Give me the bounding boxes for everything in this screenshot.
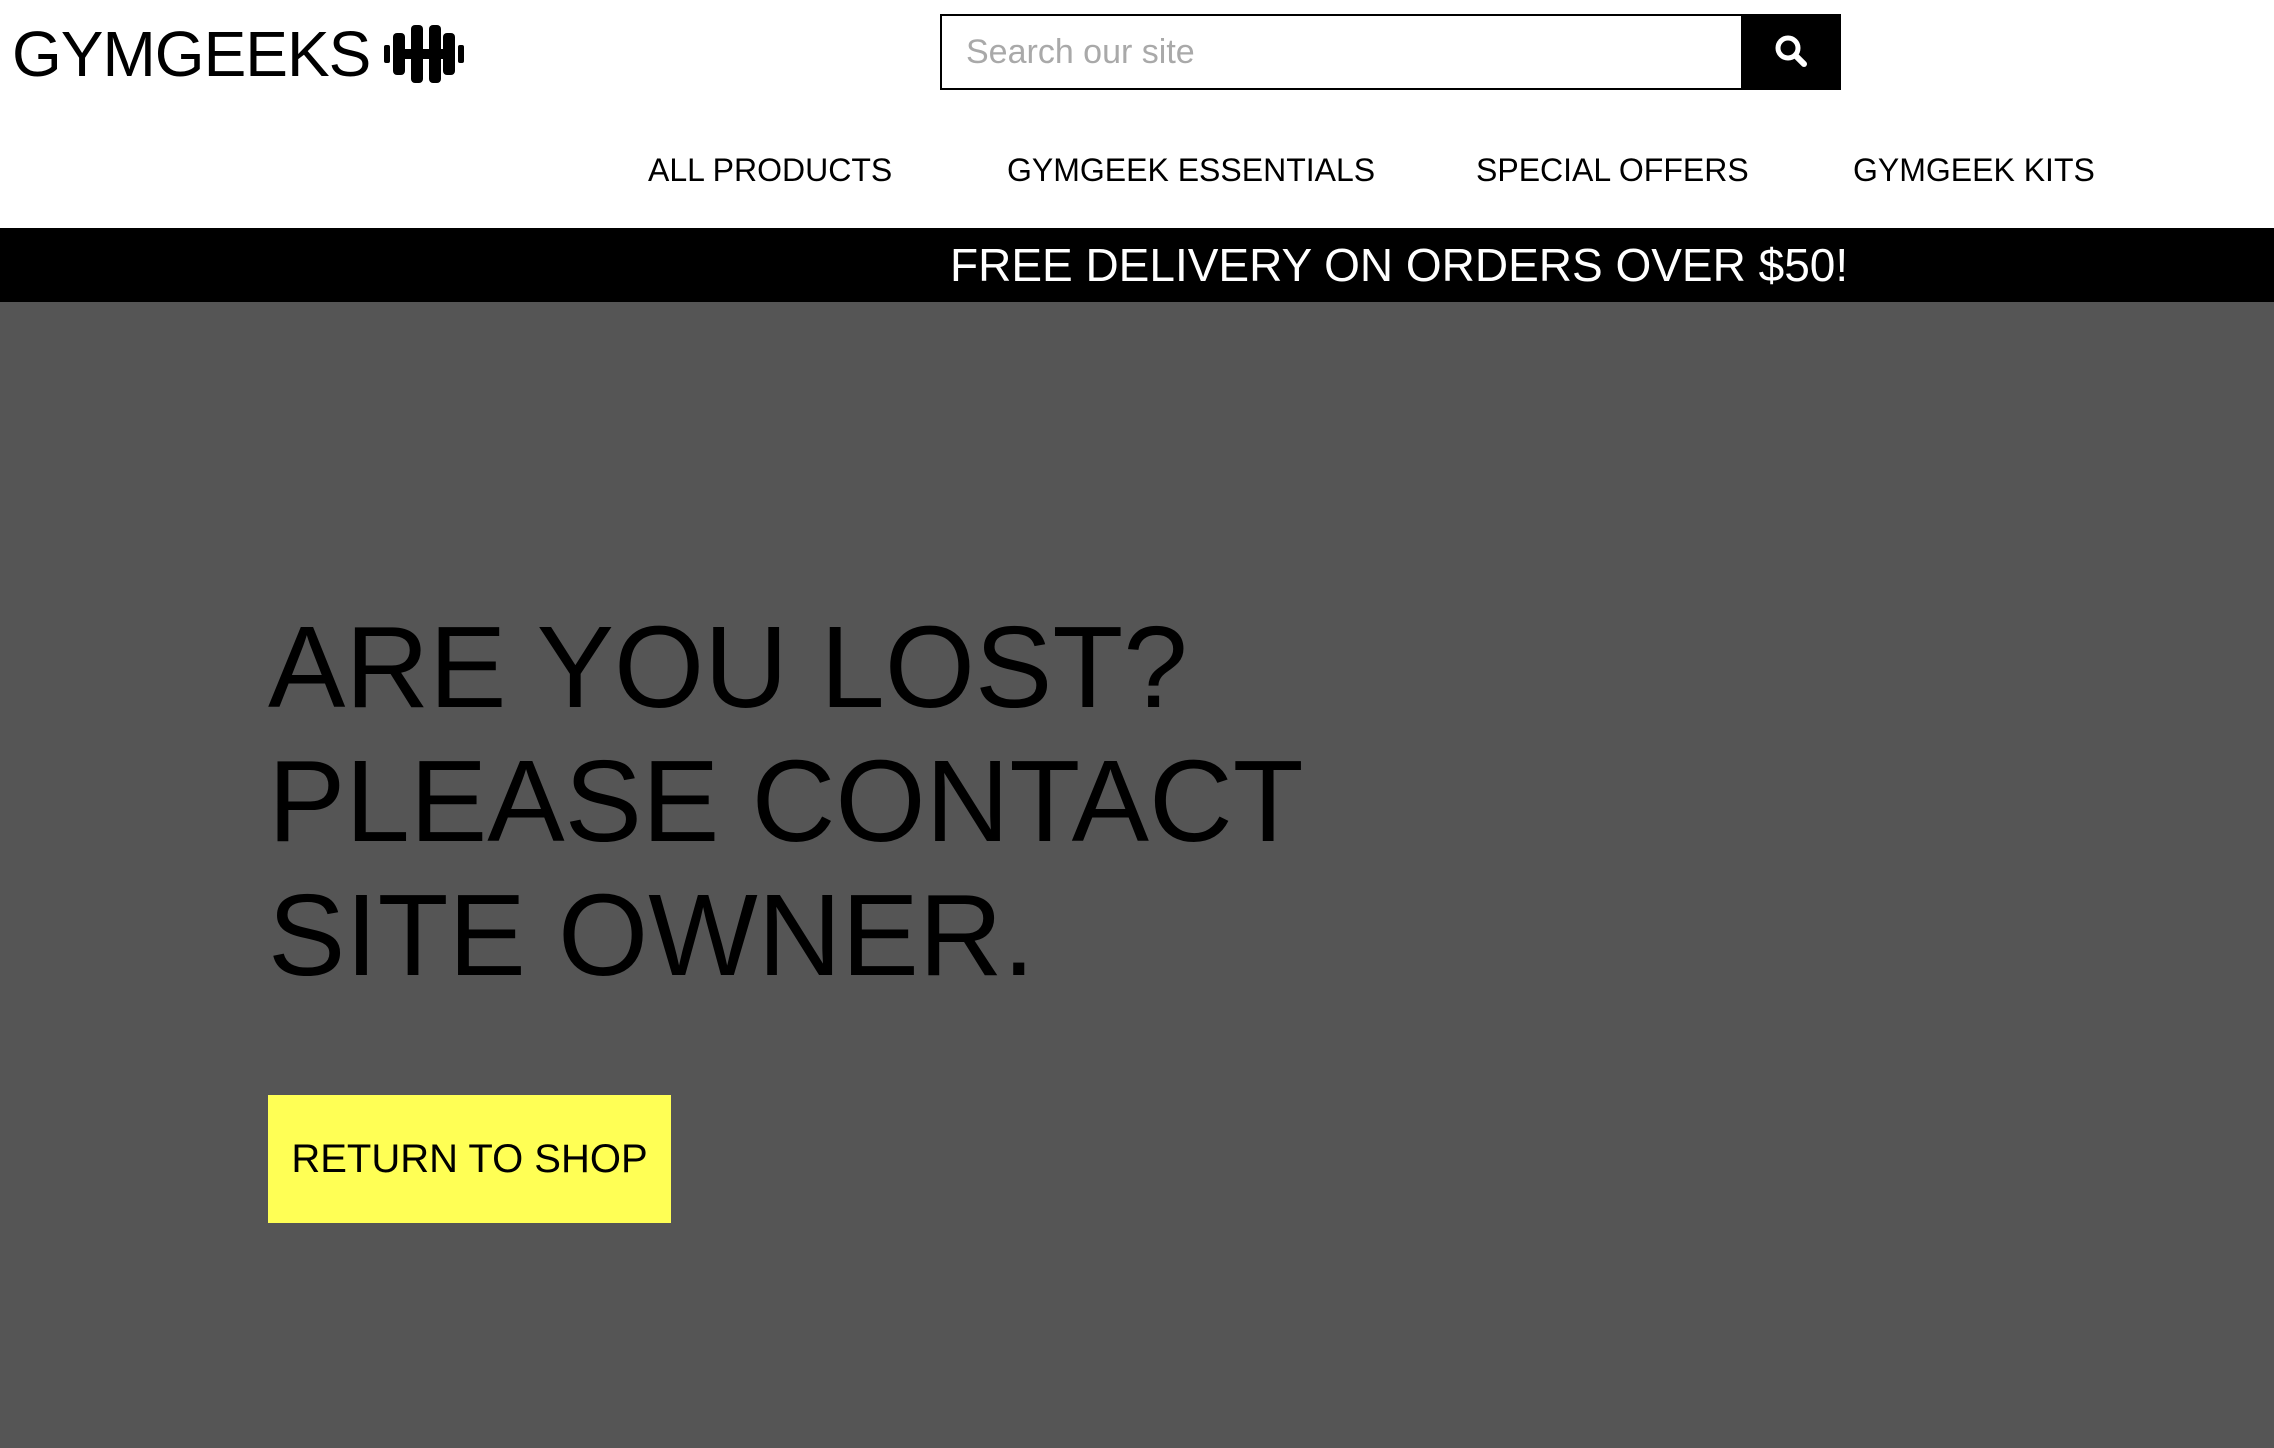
site-header: GYMGEEKS ALL PRODUCTS (0, 0, 2274, 228)
logo-text: GYMGEEKS (12, 18, 371, 90)
nav-item-all-products[interactable]: ALL PRODUCTS (648, 145, 892, 195)
headline-line: SITE OWNER. (268, 870, 1035, 1000)
search-input[interactable] (940, 14, 1741, 90)
headline-line: ARE YOU LOST? (268, 602, 1188, 732)
site-logo[interactable]: GYMGEEKS (12, 14, 465, 94)
dumbbell-icon (384, 25, 465, 83)
nav-item-gymgeek-essentials[interactable]: GYMGEEK ESSENTIALS (1007, 145, 1375, 195)
search-button[interactable] (1741, 14, 1841, 90)
search-icon (1774, 34, 1808, 71)
return-to-shop-button[interactable]: RETURN TO SHOP (268, 1095, 671, 1223)
nav-item-special-offers[interactable]: SPECIAL OFFERS (1476, 145, 1749, 195)
nav-item-gymgeek-kits[interactable]: GYMGEEK KITS (1853, 145, 2095, 195)
promo-bar: FREE DELIVERY ON ORDERS OVER $50! (0, 228, 2274, 302)
promo-text: FREE DELIVERY ON ORDERS OVER $50! (950, 239, 1849, 291)
main-nav: ALL PRODUCTS GYMGEEK ESSENTIALS SPECIAL … (0, 145, 2274, 195)
headline-line: PLEASE CONTACT (268, 736, 1304, 866)
error-section: ARE YOU LOST? PLEASE CONTACT SITE OWNER.… (0, 302, 2274, 1448)
search-form (940, 14, 1841, 90)
error-headline: ARE YOU LOST? PLEASE CONTACT SITE OWNER. (268, 600, 1368, 1002)
